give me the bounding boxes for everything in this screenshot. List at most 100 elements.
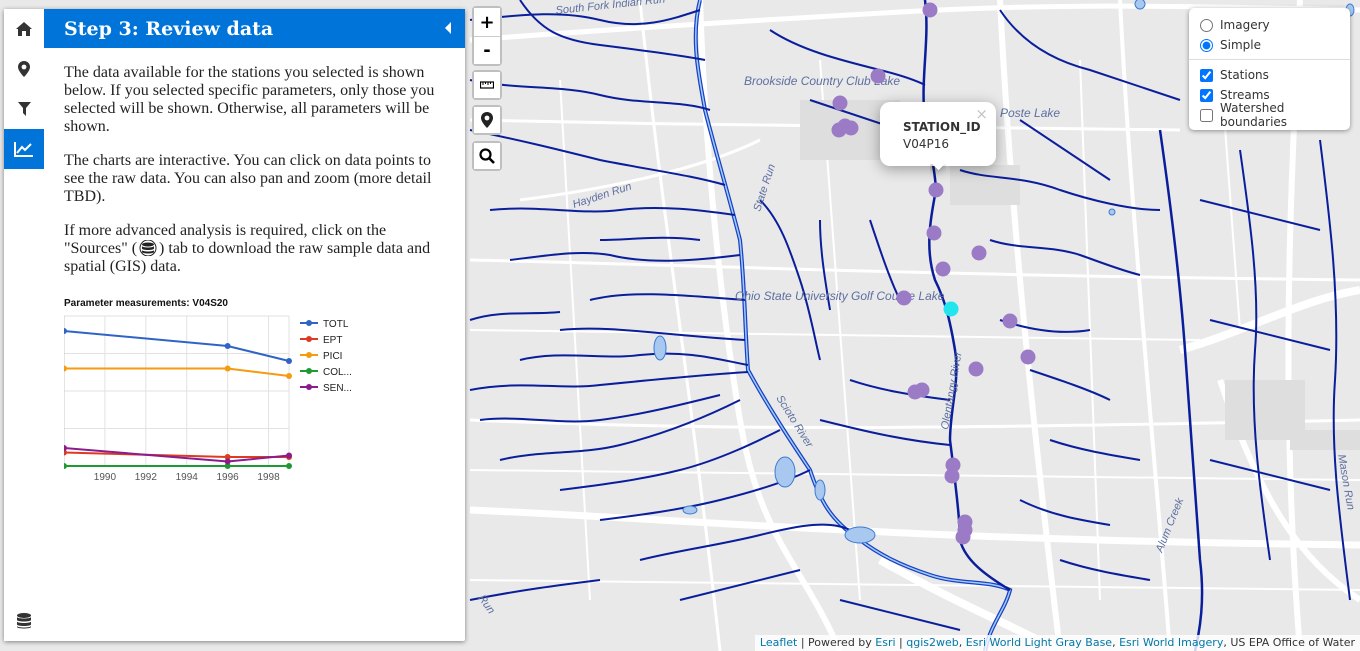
layers-control: Imagery Simple Stations Streams Watershe…	[1189, 8, 1350, 130]
locate-control	[472, 105, 502, 135]
map-marker-icon	[481, 112, 493, 128]
database-icon	[17, 613, 31, 629]
overlay-watershed[interactable]: Watershed boundaries	[1200, 101, 1350, 129]
data-point[interactable]	[64, 328, 67, 334]
chart-grid	[64, 315, 290, 467]
legend-label[interactable]: PICI	[323, 351, 342, 362]
station-marker[interactable]	[968, 361, 984, 377]
station-marker[interactable]	[1002, 313, 1018, 329]
data-point[interactable]	[286, 452, 292, 459]
map-marker-icon	[18, 61, 30, 77]
overlay-stations[interactable]: Stations	[1200, 65, 1350, 85]
ruler-icon	[480, 81, 494, 89]
search-button[interactable]	[474, 143, 500, 169]
light-gray-base-link[interactable]: Esri World Light Gray Base	[966, 636, 1112, 649]
data-point[interactable]	[286, 463, 292, 469]
label-south-fork-indian-run: South Fork Indian Run	[555, 0, 666, 17]
data-point[interactable]	[64, 445, 67, 451]
imagery-radio[interactable]	[1200, 18, 1213, 32]
tab-home[interactable]	[4, 9, 44, 49]
world-imagery-link[interactable]: Esri World Imagery	[1119, 636, 1223, 649]
database-icon	[139, 240, 157, 256]
watershed-label: Watershed boundaries	[1220, 101, 1288, 129]
simple-radio[interactable]	[1200, 38, 1213, 52]
streams-checkbox[interactable]	[1200, 88, 1213, 102]
data-point[interactable]	[286, 358, 292, 364]
interactive-paragraph: The charts are interactive. You can clic…	[64, 152, 432, 205]
intro-paragraph: The data available for the stations you …	[64, 64, 435, 135]
qgis2web-link[interactable]: qgis2web	[906, 636, 959, 649]
locate-button[interactable]	[474, 107, 500, 133]
data-point[interactable]	[224, 343, 231, 349]
measure-control	[472, 70, 502, 100]
popup-tip	[930, 164, 946, 180]
sidebar-tabs	[4, 9, 44, 641]
base-layer-simple[interactable]: Simple	[1200, 35, 1350, 55]
watershed-checkbox[interactable]	[1200, 108, 1213, 122]
stations-checkbox[interactable]	[1200, 68, 1213, 82]
station-marker[interactable]	[926, 225, 942, 241]
label-osu-golf-lake: Ohio State University Golf Course Lake	[735, 289, 945, 303]
pane-body: The data available for the stations you …	[44, 48, 465, 276]
stations-label: Stations	[1220, 68, 1269, 82]
legend-label[interactable]: COL...	[323, 367, 352, 378]
tab-stations[interactable]	[4, 49, 44, 89]
data-point[interactable]	[224, 458, 231, 465]
station-marker[interactable]	[870, 68, 886, 84]
data-point[interactable]	[64, 463, 67, 469]
station-marker[interactable]	[1020, 349, 1036, 365]
label-poste-lake: Poste Lake	[1000, 106, 1060, 120]
simple-label: Simple	[1220, 38, 1261, 52]
station-marker[interactable]	[971, 245, 987, 261]
legend-label[interactable]: EPT	[323, 335, 342, 346]
collapse-caret-icon[interactable]	[443, 21, 453, 35]
attribution: Leaflet | Powered by Esri | qgis2web, Es…	[754, 635, 1360, 651]
station-marker[interactable]	[944, 468, 960, 484]
station-marker[interactable]	[837, 118, 853, 134]
measure-button[interactable]	[474, 72, 500, 98]
tab-filter[interactable]	[4, 89, 44, 129]
data-point[interactable]	[286, 373, 292, 379]
legend-label[interactable]: TOTL	[323, 319, 349, 330]
pane-header: Step 3: Review data	[44, 9, 465, 48]
home-icon	[16, 22, 32, 36]
station-marker[interactable]	[935, 261, 951, 277]
station-marker[interactable]	[896, 290, 912, 306]
data-point[interactable]	[224, 365, 231, 372]
chart-canvas[interactable]: 1990 1992 1994 1996 1998 TOTL EPT PICI COL... SEN…	[64, 308, 364, 488]
leaflet-link[interactable]: Leaflet	[760, 636, 797, 649]
x-tick-label: 1996	[217, 472, 240, 483]
selected-station-marker[interactable]	[943, 301, 959, 317]
attrib-text: ,	[958, 636, 966, 649]
parameter-chart[interactable]: Parameter measurements: V04S20 1990 1992 1…	[64, 298, 364, 488]
zoom-out-button[interactable]: -	[474, 36, 500, 64]
series-line	[64, 367, 290, 377]
tab-review-data[interactable]	[4, 129, 44, 169]
base-layer-imagery[interactable]: Imagery	[1200, 15, 1350, 35]
station-marker[interactable]	[832, 95, 848, 111]
attrib-text: | Powered by	[797, 636, 876, 649]
layers-divider	[1189, 59, 1350, 60]
legend-marker	[306, 352, 312, 358]
legend-marker	[306, 368, 312, 374]
popup-close-button[interactable]: ×	[975, 105, 988, 123]
filter-icon	[17, 102, 31, 116]
station-marker[interactable]	[922, 2, 938, 18]
series-line	[64, 330, 290, 362]
data-point[interactable]	[64, 365, 67, 372]
legend-marker	[306, 336, 312, 342]
legend-label[interactable]: SEN...	[323, 383, 352, 394]
station-marker[interactable]	[907, 384, 923, 400]
streams-label: Streams	[1220, 88, 1270, 102]
attrib-text: |	[895, 636, 907, 649]
x-tick-label: 1994	[176, 472, 199, 483]
tab-sources[interactable]	[4, 601, 44, 641]
zoom-control: + -	[472, 6, 502, 66]
legend-marker	[306, 320, 312, 326]
station-marker[interactable]	[955, 529, 971, 545]
esri-link[interactable]: Esri	[875, 636, 895, 649]
zoom-in-button[interactable]: +	[474, 8, 500, 36]
popup-field-value: V04P16	[903, 137, 949, 151]
station-marker[interactable]	[928, 182, 944, 198]
label-hayden-run: Hayden Run	[571, 181, 633, 211]
